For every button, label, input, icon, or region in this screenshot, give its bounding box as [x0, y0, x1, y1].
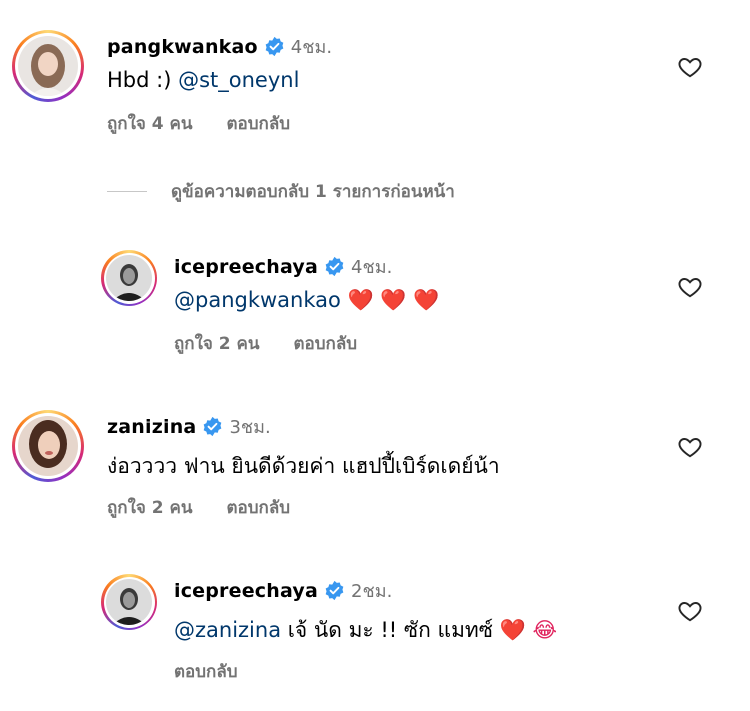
timestamp: 4ชม. — [290, 37, 333, 58]
comment-pangkwankao: pangkwankao 4ชม. Hbd :) @st_oneynl ถูกใจ… — [0, 0, 750, 160]
comment-zanizina: zanizina 3ชม. ง่อวววว ฟาน ยินดีด้วยค่า แ… — [0, 400, 750, 540]
comment-text: ง่อวววว ฟาน ยินดีด้วยค่า แฮปปี้เบิร์ดเดย… — [107, 454, 500, 478]
username[interactable]: zanizina — [107, 416, 196, 438]
timestamp: 4ชม. — [351, 257, 393, 278]
comment-text: @zanizina เจ้ นัด มะ !! ซัก แมทซ์ ❤️ 😂 — [174, 618, 558, 642]
like-heart-icon[interactable] — [677, 598, 703, 624]
username[interactable]: pangkwankao — [107, 36, 258, 58]
mention-link[interactable]: @pangkwankao — [174, 288, 341, 312]
reply-button[interactable]: ตอบกลับ — [174, 658, 238, 685]
comment-text: Hbd :) @st_oneynl — [107, 68, 300, 92]
likes-count[interactable]: ถูกใจ 4 คน — [107, 110, 193, 137]
reply-icepreechaya-2: icepreechaya 2ชม. @zanizina เจ้ นัด มะ !… — [0, 562, 750, 702]
username[interactable]: icepreechaya — [174, 256, 318, 278]
comment-text: @pangkwankao ❤️ ❤️ ❤️ — [174, 288, 439, 313]
likes-count[interactable]: ถูกใจ 2 คน — [174, 330, 260, 357]
verified-badge-icon — [265, 36, 284, 57]
reply-button[interactable]: ตอบกลับ — [294, 330, 358, 357]
likes-count[interactable]: ถูกใจ 2 คน — [107, 494, 193, 521]
avatar-icepreechaya[interactable] — [101, 574, 157, 630]
mention-link[interactable]: @st_oneynl — [178, 68, 299, 92]
reply-icepreechaya-1: icepreechaya 4ชม. @pangkwankao ❤️ ❤️ ❤️ … — [0, 240, 750, 370]
verified-badge-icon — [204, 416, 222, 437]
reply-button[interactable]: ตอบกลับ — [227, 494, 291, 521]
like-heart-icon[interactable] — [677, 274, 703, 300]
divider — [107, 191, 147, 192]
avatar-zanizina[interactable] — [12, 410, 84, 482]
username[interactable]: icepreechaya — [174, 580, 318, 602]
timestamp: 3ชม. — [229, 417, 271, 438]
verified-badge-icon — [325, 580, 344, 601]
hearts-emoji: ❤️ ❤️ ❤️ — [347, 288, 440, 312]
avatar-pangkwankao[interactable] — [12, 30, 84, 102]
mention-link[interactable]: @zanizina — [174, 618, 281, 642]
view-previous-replies[interactable]: ดูข้อความตอบกลับ 1 รายการก่อนหน้า — [107, 178, 455, 205]
avatar-icepreechaya[interactable] — [101, 250, 157, 306]
like-heart-icon[interactable] — [677, 54, 703, 80]
heart-laugh-emoji: ❤️ 😂 — [499, 618, 558, 642]
timestamp: 2ชม. — [351, 581, 393, 602]
reply-button[interactable]: ตอบกลับ — [227, 110, 291, 137]
like-heart-icon[interactable] — [677, 434, 703, 460]
verified-badge-icon — [325, 256, 344, 277]
